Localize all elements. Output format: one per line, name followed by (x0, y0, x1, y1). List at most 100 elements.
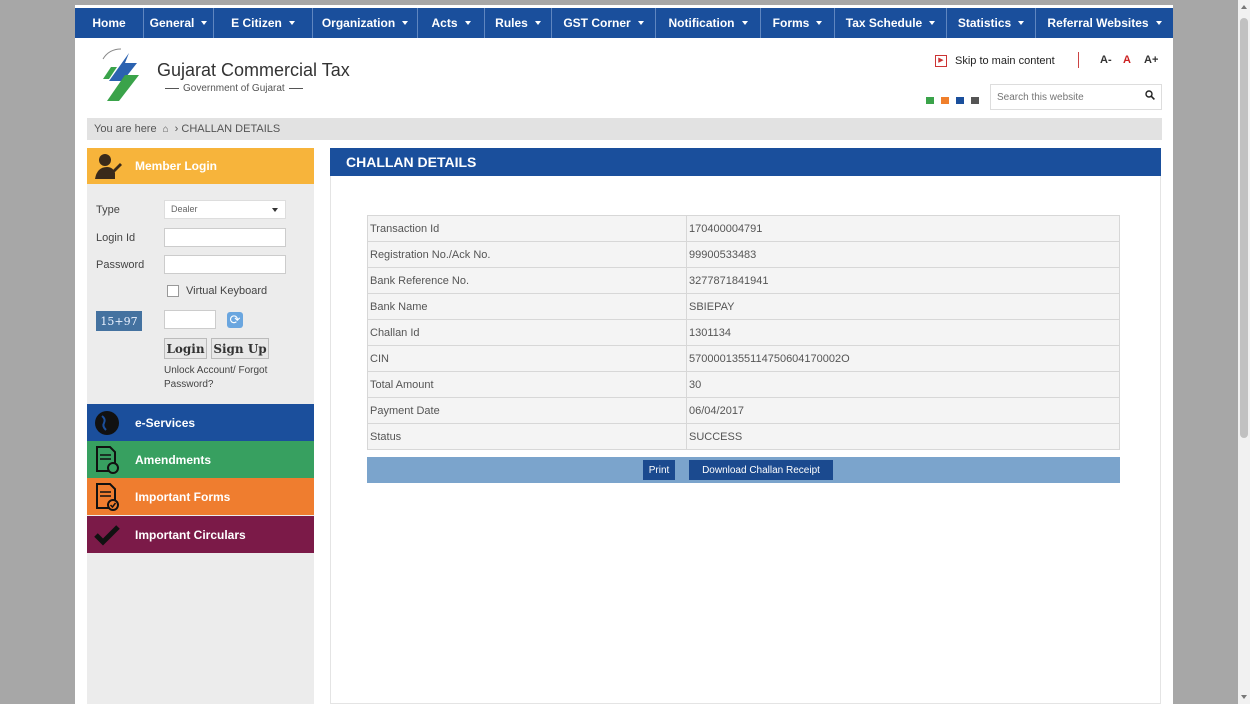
nav-label: Acts (431, 16, 458, 30)
field-label: Bank Name (367, 293, 687, 320)
member-login-header: Member Login (87, 148, 314, 184)
chevron-down-icon (288, 21, 295, 25)
unlock-forgot-link[interactable]: Unlock Account/ Forgot Password? (164, 364, 304, 392)
action-bar: Print Download Challan Receipt (367, 457, 1120, 483)
theme-gray-swatch[interactable] (971, 97, 979, 104)
page: Home General E Citizen Organization Acts… (75, 5, 1173, 704)
nav-general[interactable]: General (144, 8, 214, 38)
nav-statistics[interactable]: Statistics (947, 8, 1036, 38)
field-value: 1301134 (686, 319, 1120, 346)
page-title: CHALLAN DETAILS (330, 148, 1161, 176)
signup-button[interactable]: Sign Up (211, 338, 269, 359)
login-id-input[interactable] (164, 228, 286, 247)
virtual-keyboard-checkbox[interactable] (167, 285, 179, 297)
nav-tax-schedule[interactable]: Tax Schedule (835, 8, 947, 38)
download-challan-receipt-button[interactable]: Download Challan Receipt (689, 460, 833, 480)
nav-notification[interactable]: Notification (656, 8, 761, 38)
nav-rules[interactable]: Rules (485, 8, 552, 38)
nav-label: Home (92, 16, 126, 30)
menu-important-forms[interactable]: Important Forms (87, 478, 314, 515)
site-title[interactable]: Gujarat Commercial Tax (157, 60, 350, 81)
chevron-down-icon (816, 21, 823, 25)
menu-important-circulars[interactable]: Important Circulars (87, 516, 314, 553)
field-value: SBIEPAY (686, 293, 1120, 320)
menu-label: Amendments (135, 452, 212, 467)
chevron-down-icon (272, 208, 278, 212)
field-value: 170400004791 (686, 215, 1120, 242)
font-increase-button[interactable]: A+ (1144, 54, 1158, 66)
nav-label: Organization (321, 16, 396, 30)
nav-label: Forms (772, 16, 810, 30)
field-value: 30 (686, 371, 1120, 398)
main-nav: Home General E Citizen Organization Acts… (75, 8, 1173, 38)
font-decrease-button[interactable]: A- (1100, 54, 1112, 66)
password-label: Password (96, 259, 145, 271)
search-box (990, 84, 1162, 110)
nav-home[interactable]: Home (75, 8, 144, 38)
theme-green-swatch[interactable] (926, 97, 934, 104)
scroll-up-icon[interactable] (1241, 5, 1247, 9)
divider (1078, 52, 1079, 68)
field-label: Status (367, 423, 687, 450)
field-label: Total Amount (367, 371, 687, 398)
challan-details-table: Transaction Id 170400004791 Registration N… (367, 215, 1120, 450)
search-input[interactable] (995, 85, 1134, 109)
theme-blue-swatch[interactable] (956, 97, 964, 104)
theme-orange-swatch[interactable] (941, 97, 949, 104)
menu-e-services[interactable]: e-Services (87, 404, 314, 441)
menu-amendments[interactable]: Amendments (87, 441, 314, 478)
nav-gst-corner[interactable]: GST Corner (552, 8, 656, 38)
virtual-keyboard-label: Virtual Keyboard (186, 285, 268, 297)
skip-label: Skip to main content (955, 55, 1055, 67)
breadcrumb-current: CHALLAN DETAILS (181, 123, 281, 135)
nav-label: Statistics (957, 16, 1012, 30)
scroll-down-icon[interactable] (1241, 695, 1247, 699)
member-login-title: Member Login (135, 159, 218, 173)
table-row: Challan Id 1301134 (367, 319, 1120, 346)
scroll-thumb[interactable] (1240, 18, 1248, 438)
chevron-down-icon (637, 21, 644, 25)
table-row: Transaction Id 170400004791 (367, 215, 1120, 242)
nav-label: Tax Schedule (845, 16, 923, 30)
table-row: Status SUCCESS (367, 423, 1120, 450)
login-button[interactable]: Login (164, 338, 207, 359)
field-value: SUCCESS (686, 423, 1120, 450)
nav-acts[interactable]: Acts (418, 8, 485, 38)
login-id-label: Login Id (96, 232, 136, 244)
user-type-value: Dealer (171, 204, 198, 214)
nav-organization[interactable]: Organization (313, 8, 418, 38)
subtitle-text: Government of Gujarat (183, 83, 285, 94)
captcha-image: 15+97 (96, 311, 142, 331)
sidebar: Member Login Type Dealer Login Id Passwo… (87, 148, 314, 704)
nav-e-citizen[interactable]: E Citizen (214, 8, 313, 38)
password-input[interactable] (164, 255, 286, 274)
page-scrollbar[interactable] (1238, 0, 1250, 704)
nav-label: Referral Websites (1047, 16, 1149, 30)
print-button[interactable]: Print (643, 460, 675, 480)
document-check-icon (87, 478, 127, 515)
field-value: 5700001355114750604170002O (686, 345, 1120, 372)
nav-forms[interactable]: Forms (761, 8, 835, 38)
chevron-down-icon (1155, 21, 1162, 25)
font-normal-button[interactable]: A (1123, 54, 1131, 66)
field-label: Challan Id (367, 319, 687, 346)
chevron-down-icon (1018, 21, 1025, 25)
breadcrumb-prefix: You are here (94, 123, 157, 135)
chevron-down-icon (741, 21, 748, 25)
menu-label: Important Forms (135, 489, 231, 504)
gujarat-logo[interactable] (99, 45, 147, 105)
home-icon[interactable]: ⌂ (163, 124, 169, 135)
virtual-keyboard-option[interactable]: Virtual Keyboard (167, 285, 267, 297)
user-icon (95, 154, 122, 179)
type-label: Type (96, 204, 120, 216)
field-label: Registration No./Ack No. (367, 241, 687, 268)
chevron-down-icon (402, 21, 409, 25)
skip-icon: ▶ (935, 55, 947, 67)
refresh-icon[interactable]: ⟳ (227, 312, 243, 328)
search-icon[interactable] (1145, 90, 1155, 100)
breadcrumb: You are here ⌂ › CHALLAN DETAILS (87, 118, 1162, 140)
captcha-input[interactable] (164, 310, 216, 329)
skip-to-main-link[interactable]: ▶ Skip to main content (935, 55, 1055, 67)
nav-referral-websites[interactable]: Referral Websites (1036, 8, 1173, 38)
user-type-select[interactable]: Dealer (164, 200, 286, 219)
